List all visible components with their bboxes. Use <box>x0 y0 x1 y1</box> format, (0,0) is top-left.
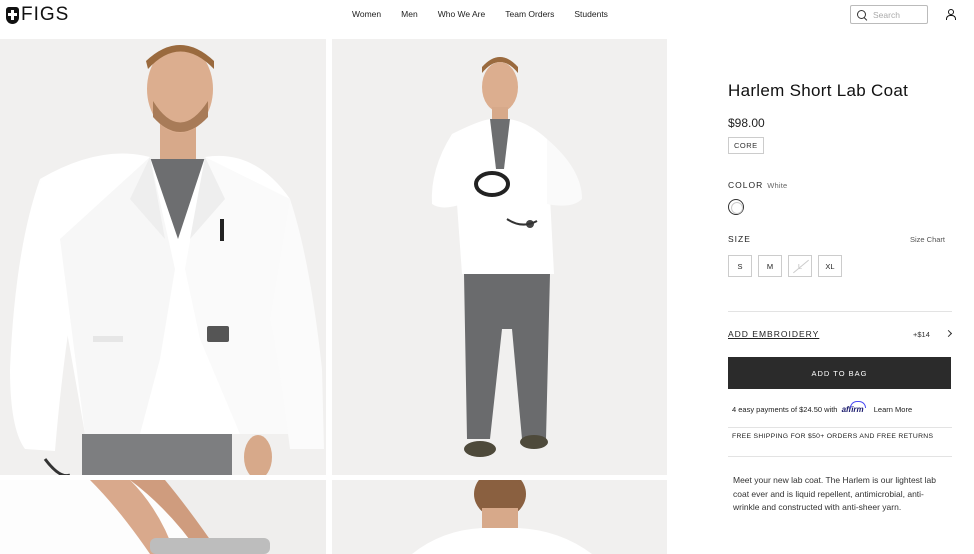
size-options: S M L XL <box>728 255 848 277</box>
size-label: SIZE <box>728 234 751 244</box>
affirm-financing: 4 easy payments of $24.50 with affirm Le… <box>732 405 912 414</box>
free-shipping-notice: FREE SHIPPING FOR $50+ ORDERS AND FREE R… <box>732 433 934 440</box>
color-label: COLOR White <box>728 180 787 190</box>
learn-more-link[interactable]: Learn More <box>874 405 912 414</box>
divider <box>728 456 952 457</box>
product-image-full-body[interactable] <box>332 39 667 475</box>
chevron-right-icon[interactable] <box>944 329 953 338</box>
size-option-s[interactable]: S <box>728 255 752 277</box>
size-option-l[interactable]: L <box>788 255 812 277</box>
logo-text: FIGS <box>21 4 70 25</box>
affirm-text: 4 easy payments of $24.50 with <box>732 405 838 414</box>
add-to-bag-button[interactable]: ADD TO BAG <box>728 357 951 389</box>
nav-team-orders[interactable]: Team Orders <box>505 9 554 19</box>
main-nav: Women Men Who We Are Team Orders Student… <box>340 9 628 19</box>
color-label-text: COLOR <box>728 180 764 190</box>
figs-shield-icon <box>6 6 19 24</box>
product-image-front-closeup[interactable] <box>0 39 326 475</box>
search-input[interactable] <box>873 9 923 20</box>
nav-men[interactable]: Men <box>401 9 418 19</box>
size-chart-link[interactable]: Size Chart <box>910 235 945 244</box>
size-option-xl[interactable]: XL <box>818 255 842 277</box>
product-image-hand-detail[interactable] <box>0 480 326 554</box>
divider <box>728 427 952 428</box>
color-value: White <box>767 181 788 190</box>
account-icon[interactable] <box>945 9 956 20</box>
embroidery-price: +$14 <box>913 330 930 339</box>
figs-logo[interactable]: FIGS <box>6 4 70 25</box>
color-swatch-white[interactable] <box>728 199 744 215</box>
add-embroidery-link[interactable]: ADD EMBROIDERY <box>728 329 819 339</box>
nav-students[interactable]: Students <box>574 9 608 19</box>
nav-women[interactable]: Women <box>352 9 381 19</box>
product-description: Meet your new lab coat. The Harlem is ou… <box>733 475 936 512</box>
product-image-back-view[interactable] <box>332 480 667 554</box>
nav-who-we-are[interactable]: Who We Are <box>438 9 486 19</box>
site-header: FIGS Women Men Who We Are Team Orders St… <box>0 0 974 30</box>
size-option-m[interactable]: M <box>758 255 782 277</box>
search-box[interactable] <box>850 5 928 24</box>
product-title: Harlem Short Lab Coat <box>728 81 909 100</box>
core-badge: CORE <box>728 137 764 154</box>
affirm-logo: affirm <box>841 405 864 414</box>
divider <box>728 311 952 312</box>
product-price: $98.00 <box>728 116 765 130</box>
search-icon[interactable] <box>857 9 867 20</box>
